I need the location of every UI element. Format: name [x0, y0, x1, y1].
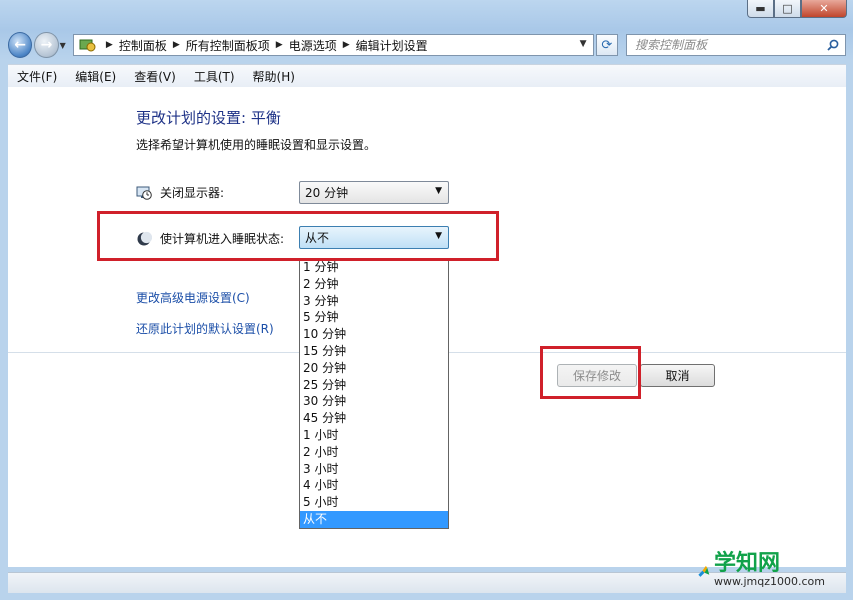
- breadcrumb-edit-plan[interactable]: 编辑计划设置: [356, 37, 428, 54]
- sleep-option[interactable]: 从不: [300, 510, 448, 528]
- sleep-option[interactable]: 5 分钟: [300, 309, 448, 326]
- minimize-button[interactable]: ▬: [747, 0, 774, 18]
- breadcrumb-control-panel[interactable]: 控制面板: [119, 37, 167, 54]
- sleep-option[interactable]: 15 分钟: [300, 343, 448, 360]
- sleep-option[interactable]: 10 分钟: [300, 326, 448, 343]
- display-off-label: 关闭显示器:: [160, 186, 225, 200]
- sleep-option[interactable]: 1 分钟: [300, 259, 448, 276]
- address-bar[interactable]: ▶ 控制面板 ▶ 所有控制面板项 ▶ 电源选项 ▶ 编辑计划设置 ▼: [72, 34, 594, 56]
- display-off-row: 关闭显示器:: [136, 184, 224, 201]
- breadcrumb-separator-icon: ▶: [105, 40, 113, 50]
- menu-tools[interactable]: 工具(T): [185, 68, 244, 85]
- breadcrumb-all-items[interactable]: 所有控制面板项: [186, 37, 270, 54]
- sleep-option[interactable]: 1 小时: [300, 427, 448, 444]
- sleep-option[interactable]: 20 分钟: [300, 360, 448, 377]
- menu-help[interactable]: 帮助(H): [244, 68, 304, 85]
- breadcrumb-separator-icon[interactable]: ▶: [343, 40, 350, 50]
- sleep-option[interactable]: 4 小时: [300, 477, 448, 494]
- forward-arrow-icon: →: [40, 37, 53, 53]
- breadcrumb-separator-icon[interactable]: ▶: [276, 40, 283, 50]
- breadcrumb-power-options[interactable]: 电源选项: [289, 37, 337, 54]
- page-subtitle: 选择希望计算机使用的睡眠设置和显示设置。: [136, 138, 377, 152]
- sleep-option[interactable]: 3 小时: [300, 461, 448, 478]
- sleep-option[interactable]: 2 分钟: [300, 276, 448, 293]
- menu-view[interactable]: 查看(V): [125, 68, 185, 85]
- restore-defaults-link[interactable]: 还原此计划的默认设置(R): [136, 320, 274, 337]
- control-panel-icon: [79, 39, 96, 52]
- sleep-option[interactable]: 25 分钟: [300, 377, 448, 394]
- window-controls: ▬ □ ✕: [747, 0, 847, 18]
- refresh-button[interactable]: ⟳: [595, 34, 619, 56]
- cancel-button[interactable]: 取消: [640, 364, 715, 387]
- watermark-url: www.jmqz1000.com: [714, 575, 825, 588]
- address-history-chevron-icon[interactable]: ▼: [580, 39, 587, 49]
- monitor-clock-icon: [136, 186, 152, 200]
- display-off-value: 20 分钟: [305, 186, 349, 200]
- display-off-select[interactable]: 20 分钟 ▼: [299, 181, 449, 204]
- search-box[interactable]: [626, 34, 847, 56]
- window-frame: ▬ □ ✕ ← → ▼ ▶ 控制面板 ▶ 所有控制面板项 ▶ 电源选项 ▶ 编辑: [0, 0, 853, 600]
- sleep-option[interactable]: 5 小时: [300, 494, 448, 511]
- menu-edit[interactable]: 编辑(E): [66, 68, 125, 85]
- content-pane: 更改计划的设置: 平衡 选择希望计算机使用的睡眠设置和显示设置。 关闭显示器: …: [8, 87, 846, 567]
- refresh-icon: ⟳: [601, 37, 613, 53]
- watermark: 学知网 www.jmqz1000.com: [697, 550, 825, 592]
- breadcrumb-separator-icon[interactable]: ▶: [173, 40, 180, 50]
- watermark-title: 学知网: [714, 551, 781, 576]
- menu-bar: 文件(F) 编辑(E) 查看(V) 工具(T) 帮助(H): [8, 64, 846, 88]
- sleep-option[interactable]: 2 小时: [300, 444, 448, 461]
- page-title: 更改计划的设置: 平衡: [136, 109, 281, 127]
- recent-pages-chevron-icon[interactable]: ▼: [60, 41, 69, 50]
- sleep-setting-highlight: [97, 211, 499, 261]
- back-button[interactable]: ←: [8, 32, 33, 58]
- sleep-options-list: 1 分钟 2 分钟 3 分钟 5 分钟 10 分钟 15 分钟 20 分钟 25 分钟 30 分…: [299, 258, 449, 529]
- breadcrumb: ▶ 控制面板 ▶ 所有控制面板项 ▶ 电源选项 ▶ 编辑计划设置: [100, 37, 428, 54]
- chevron-down-icon: ▼: [435, 186, 442, 196]
- sleep-option[interactable]: 30 分钟: [300, 393, 448, 410]
- back-arrow-icon: ←: [14, 37, 27, 53]
- close-button[interactable]: ✕: [801, 0, 847, 18]
- search-icon[interactable]: [827, 39, 839, 51]
- save-button-highlight: [540, 346, 641, 399]
- search-input[interactable]: [633, 37, 828, 53]
- watermark-logo-icon: [698, 565, 710, 577]
- sleep-option[interactable]: 45 分钟: [300, 410, 448, 427]
- advanced-power-settings-link[interactable]: 更改高级电源设置(C): [136, 289, 250, 306]
- sleep-option[interactable]: 3 分钟: [300, 293, 448, 310]
- maximize-button[interactable]: □: [774, 0, 801, 18]
- forward-button[interactable]: →: [34, 32, 59, 58]
- navigation-bar: ← → ▼ ▶ 控制面板 ▶ 所有控制面板项 ▶ 电源选项 ▶ 编辑计划设置 ▼: [8, 30, 847, 60]
- menu-file[interactable]: 文件(F): [8, 68, 66, 85]
